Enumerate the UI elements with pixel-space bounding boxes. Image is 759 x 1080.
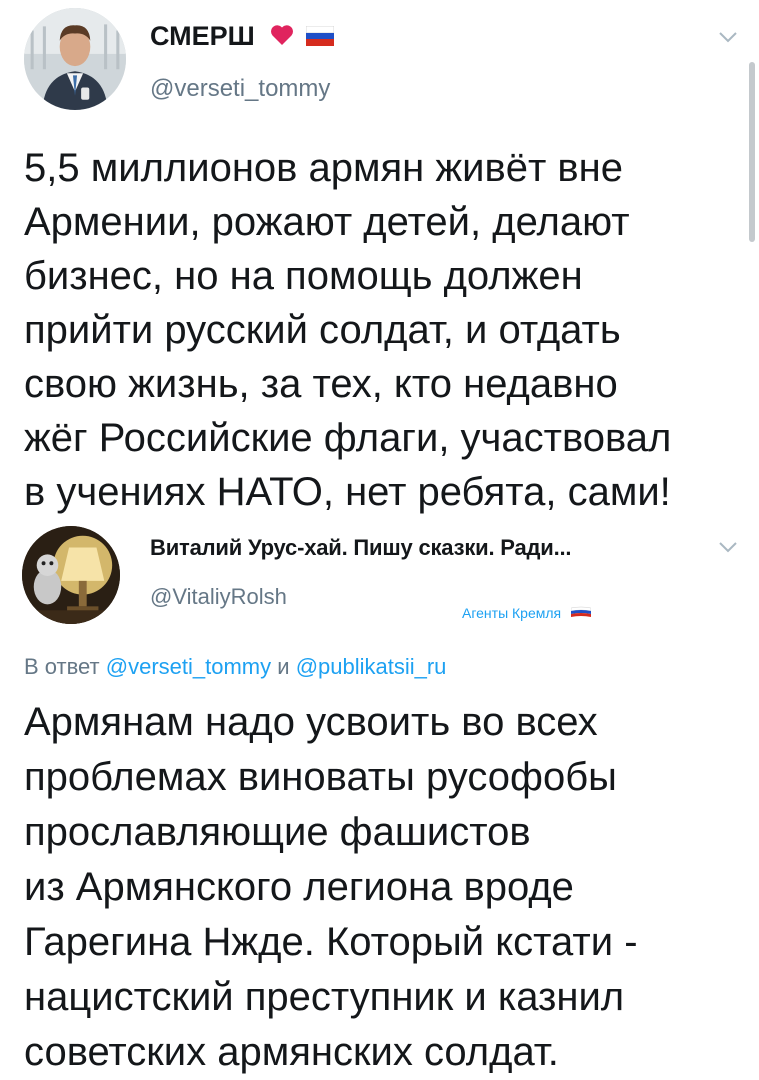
avatar[interactable] bbox=[24, 8, 126, 110]
tweet-text-line: жёг Российские флаги, участвовал bbox=[24, 416, 672, 460]
display-name-text: СМЕРШ bbox=[150, 21, 255, 51]
russia-flag-icon bbox=[305, 22, 335, 53]
tweet-text-line: Гарегина Нжде. Который кстати - bbox=[24, 920, 638, 964]
chevron-down-icon[interactable] bbox=[718, 30, 738, 44]
chevron-down-icon[interactable] bbox=[718, 540, 738, 554]
tweet-text-line: Армении, рожают детей, делают bbox=[24, 200, 630, 244]
tweet-text-line: прийти русский солдат, и отдать bbox=[24, 308, 621, 352]
tweet-text-line: свою жизнь, за тех, кто недавно bbox=[24, 362, 618, 406]
reply-context: В ответ @verseti_tommy и @publikatsii_ru bbox=[24, 654, 446, 680]
tweet-text: Армянам надо усвоить во всех проблемах в… bbox=[24, 695, 638, 1080]
mention-link[interactable]: @verseti_tommy bbox=[106, 654, 271, 679]
display-name[interactable]: СМЕРШ bbox=[150, 21, 335, 53]
badge-label: Агенты Кремля bbox=[462, 605, 562, 621]
tweet-text-line: бизнес, но на помощь должен bbox=[24, 254, 583, 298]
avatar[interactable] bbox=[22, 526, 120, 624]
tweet-text: 5,5 миллионов армян живёт вне Армении, р… bbox=[24, 141, 671, 519]
avatar-image bbox=[22, 526, 120, 624]
tweet-text-line: прославляющие фашистов bbox=[24, 810, 531, 854]
heart-emoji-icon bbox=[270, 22, 294, 53]
tweet-text-line: из Армянского легиона вроде bbox=[24, 865, 574, 909]
handle[interactable]: @VitaliyRolsh bbox=[150, 584, 287, 610]
tweet-text-line: 5,5 миллионов армян живёт вне bbox=[24, 146, 624, 190]
russia-flag-icon bbox=[570, 606, 592, 622]
display-name[interactable]: Виталий Урус-хай. Пишу сказки. Ради... bbox=[150, 535, 572, 561]
reply-prefix: В ответ bbox=[24, 654, 100, 679]
scroll-indicator[interactable] bbox=[749, 62, 755, 242]
tweet-text-line: проблемах виноваты русофобы bbox=[24, 755, 617, 799]
mention-link[interactable]: @publikatsii_ru bbox=[296, 654, 447, 679]
reply-joiner: и bbox=[277, 654, 290, 679]
tweet-text-line: Армянам надо усвоить во всех bbox=[24, 700, 598, 744]
tweet-text-line: советских армянских солдат. bbox=[24, 1030, 559, 1074]
list-badge: Агенты Кремля bbox=[462, 605, 592, 622]
avatar-image bbox=[24, 8, 126, 110]
tweet-text-line: в учениях НАТО, нет ребята, сами! bbox=[24, 470, 671, 514]
handle[interactable]: @verseti_tommy bbox=[150, 75, 330, 103]
tweet-text-line: нацистский преступник и казнил bbox=[24, 975, 625, 1019]
